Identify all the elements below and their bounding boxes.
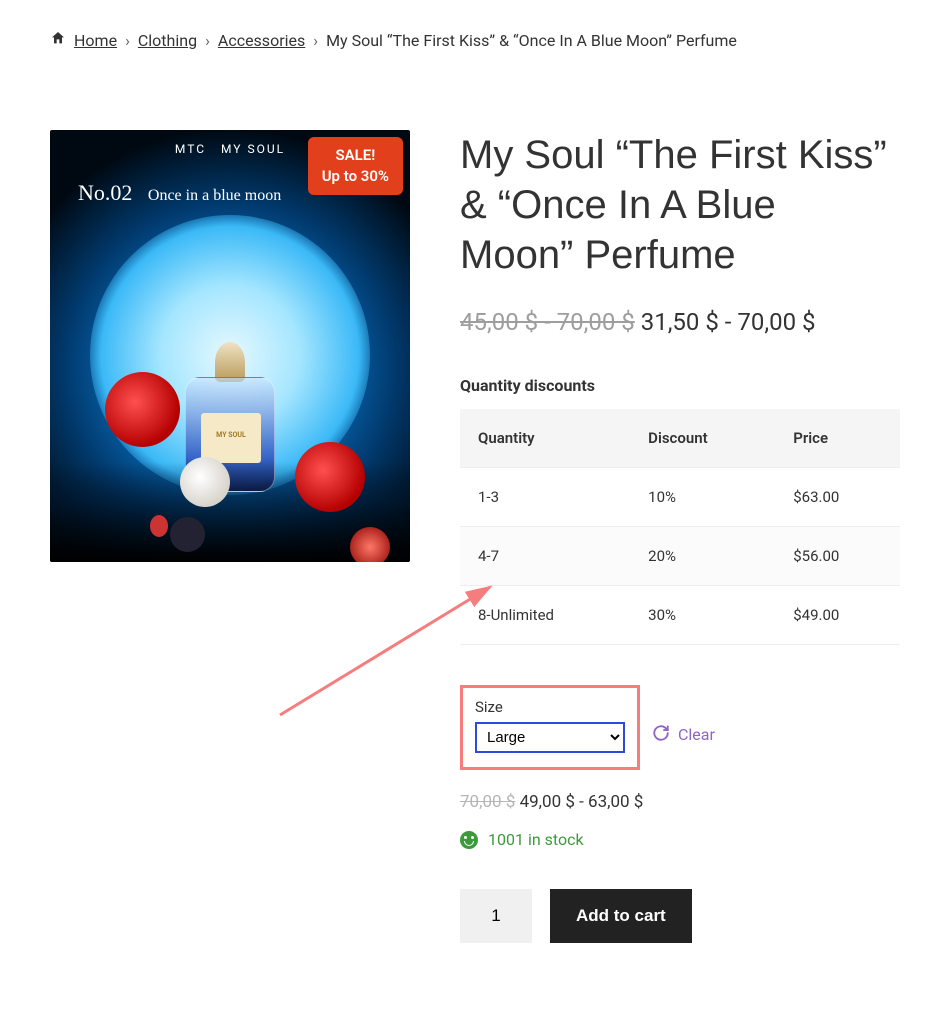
breadcrumb: Home › Clothing › Accessories › My Soul …: [50, 30, 900, 50]
stock-status: 1001 in stock: [460, 830, 900, 849]
breadcrumb-current: My Soul “The First Kiss” & “Once In A Bl…: [326, 31, 737, 50]
clear-variations-link[interactable]: Clear: [652, 724, 715, 746]
quantity-discounts-table: Quantity Discount Price 1-3 10% $63.00 4…: [460, 409, 900, 645]
breadcrumb-accessories[interactable]: Accessories: [218, 31, 305, 50]
product-price: 45,00 $ - 70,00 $ 31,50 $ - 70,00 $: [460, 308, 900, 336]
breadcrumb-home[interactable]: Home: [74, 31, 117, 50]
product-title: My Soul “The First Kiss” & “Once In A Bl…: [460, 130, 900, 280]
price-old: 45,00 $ - 70,00 $: [460, 308, 635, 336]
sale-badge: SALE! Up to 30%: [308, 137, 403, 195]
image-no-label: No.02 Once in a blue moon: [78, 180, 281, 206]
table-row: 4-7 20% $56.00: [460, 527, 900, 586]
home-icon: [50, 30, 66, 50]
th-price: Price: [775, 409, 900, 468]
th-quantity: Quantity: [460, 409, 630, 468]
size-select[interactable]: Large: [475, 722, 625, 753]
smiley-icon: [460, 831, 478, 849]
size-attribute-box: Size Large: [460, 685, 640, 770]
table-row: 1-3 10% $63.00: [460, 468, 900, 527]
quantity-discounts-heading: Quantity discounts: [460, 376, 900, 395]
size-label: Size: [475, 698, 625, 716]
th-discount: Discount: [630, 409, 775, 468]
product-gallery: MTC MY SOUL No.02 Once in a blue moon MY…: [50, 130, 410, 562]
chevron-right-icon: ›: [205, 31, 210, 50]
add-to-cart-button[interactable]: Add to cart: [550, 889, 692, 943]
variation-price: 70,00 $ 49,00 $ - 63,00 $: [460, 792, 900, 812]
chevron-right-icon: ›: [313, 31, 318, 50]
refresh-icon: [652, 724, 670, 746]
breadcrumb-clothing[interactable]: Clothing: [138, 31, 197, 50]
price-new: 31,50 $ - 70,00 $: [641, 308, 816, 336]
chevron-right-icon: ›: [125, 31, 130, 50]
table-row: 8-Unlimited 30% $49.00: [460, 586, 900, 645]
quantity-input[interactable]: [460, 889, 532, 943]
